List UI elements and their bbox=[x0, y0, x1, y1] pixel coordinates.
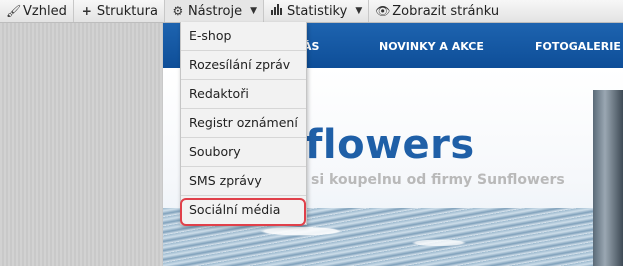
admin-toolbar: 🖌 Vzhled + Struktura ⚙ Nástroje ▼ Statis… bbox=[0, 0, 623, 23]
gears-icon: ⚙ bbox=[172, 4, 184, 18]
toolbar-zobrazit[interactable]: 👁 Zobrazit stránku bbox=[368, 0, 505, 22]
toolbar-struktura-label: Struktura bbox=[96, 3, 158, 19]
menu-item-newsletter[interactable]: Rozesílání zpráv bbox=[181, 51, 306, 80]
toolbar-struktura[interactable]: + Struktura bbox=[72, 0, 164, 22]
page-background bbox=[0, 22, 163, 266]
toolbar-vzhled-label: Vzhled bbox=[23, 3, 67, 19]
plus-icon: + bbox=[81, 4, 92, 18]
menu-item-files[interactable]: Soubory bbox=[181, 138, 306, 167]
site-tagline: si koupelnu od firmy Sunflowers bbox=[311, 172, 565, 188]
bar-chart-icon bbox=[270, 4, 284, 18]
toolbar-statistiky-label: Statistiky bbox=[287, 3, 348, 19]
nav-item-gallery[interactable]: FOTOGALERIE bbox=[535, 40, 621, 53]
site-logo: flowers bbox=[305, 122, 475, 168]
menu-item-sms[interactable]: SMS zprávy bbox=[181, 167, 306, 196]
chevron-down-icon: ▼ bbox=[250, 6, 258, 16]
nastroje-dropdown-menu: E-shop Rozesílání zpráv Redaktoři Regist… bbox=[180, 22, 307, 226]
menu-item-notice-register[interactable]: Registr oznámení bbox=[181, 109, 306, 138]
toolbar-statistiky[interactable]: Statistiky ▼ bbox=[263, 0, 368, 22]
brush-icon: 🖌 bbox=[6, 4, 22, 18]
nav-item-news[interactable]: NOVINKY A AKCE bbox=[379, 40, 484, 53]
toolbar-nastroje-label: Nástroje bbox=[187, 3, 243, 19]
menu-item-social-media[interactable]: Sociální média bbox=[180, 196, 306, 226]
toolbar-vzhled[interactable]: 🖌 Vzhled bbox=[0, 0, 73, 22]
menu-item-editors[interactable]: Redaktoři bbox=[181, 80, 306, 109]
menu-item-eshop[interactable]: E-shop bbox=[181, 22, 306, 51]
toolbar-zobrazit-label: Zobrazit stránku bbox=[392, 3, 500, 19]
toolbar-nastroje[interactable]: ⚙ Nástroje ▼ bbox=[163, 0, 264, 22]
chevron-down-icon: ▼ bbox=[355, 6, 363, 16]
bathroom-photo bbox=[593, 90, 623, 266]
eye-icon: 👁 bbox=[375, 4, 391, 18]
